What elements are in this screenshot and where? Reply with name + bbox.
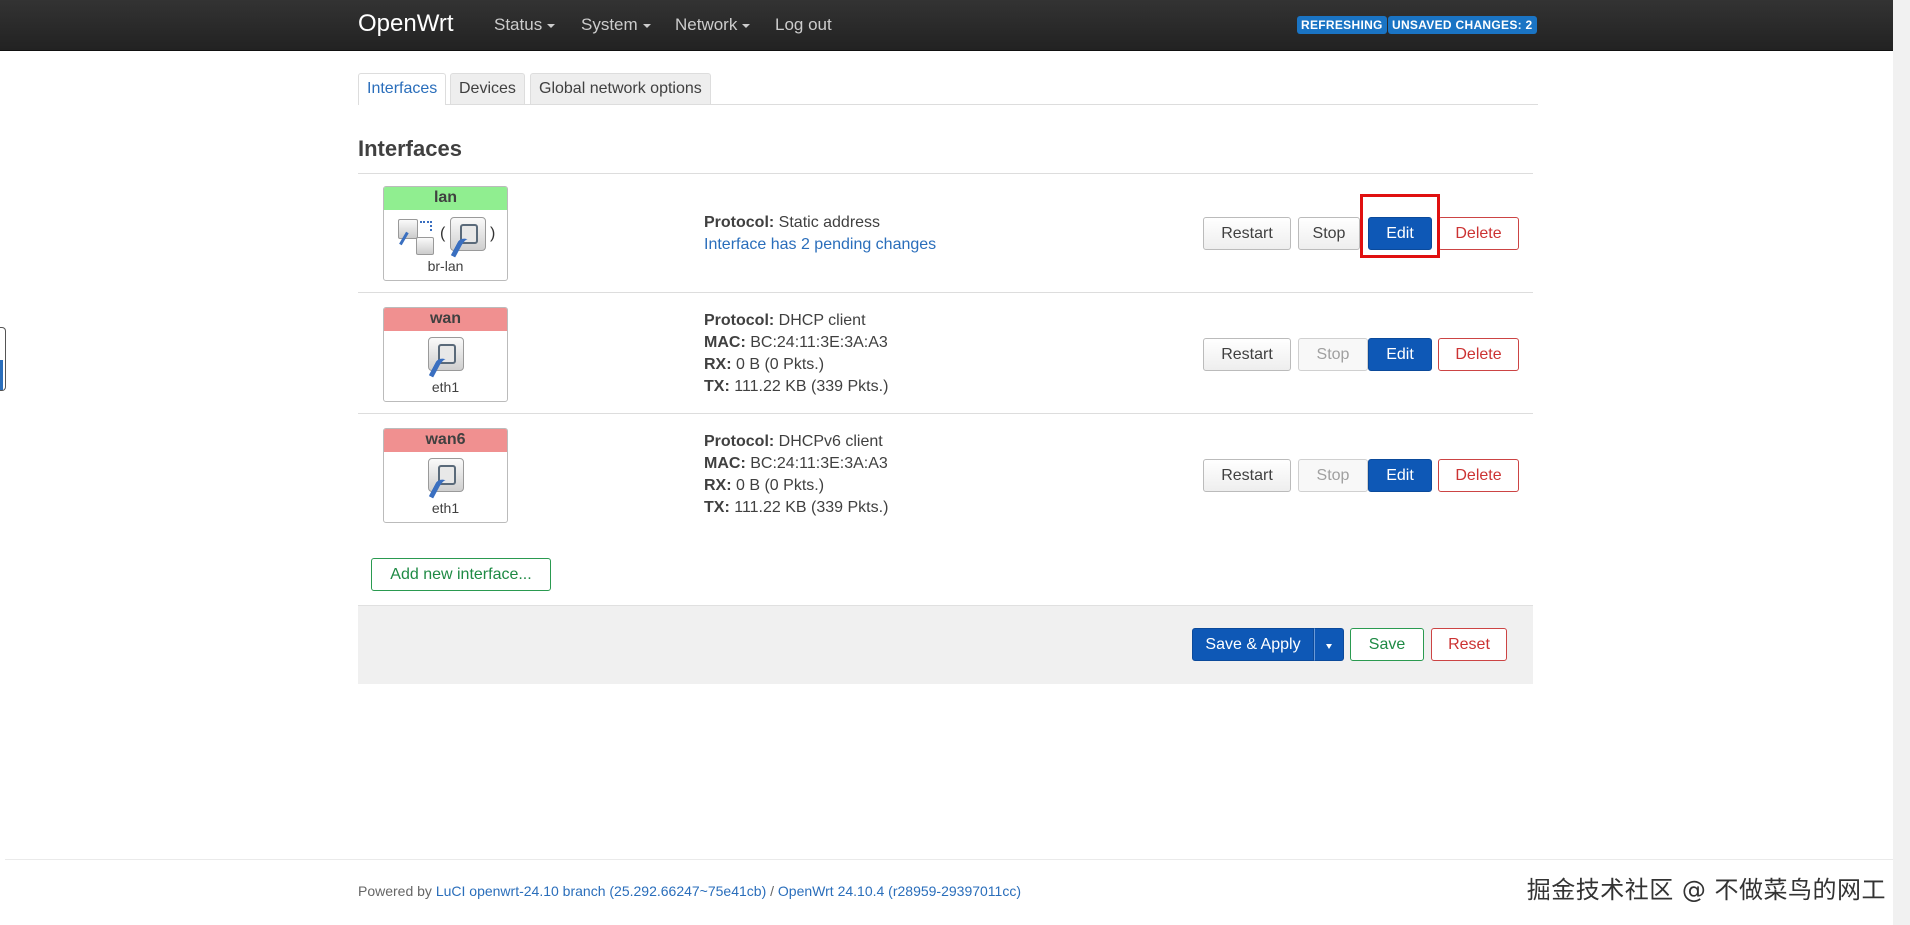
highlight-box (1360, 194, 1440, 258)
side-tab-handle[interactable] (0, 327, 6, 391)
stop-button[interactable]: Stop (1298, 217, 1360, 250)
edit-button[interactable]: Edit (1368, 338, 1432, 371)
protocol-label: Protocol: (704, 433, 775, 450)
caret-down-icon (742, 23, 751, 28)
tab-interfaces[interactable]: Interfaces (358, 73, 447, 105)
interface-details-wan: Protocol: DHCP client MAC: BC:24:11:3E:3… (704, 310, 888, 398)
tx-label: TX: (704, 378, 730, 395)
interface-device: br-lan (427, 258, 464, 274)
page-footer: Powered by LuCI openwrt-24.10 branch (25… (358, 883, 1021, 899)
ethernet-port-icon (428, 458, 464, 504)
restart-button[interactable]: Restart (1203, 217, 1291, 250)
interface-badge-lan: lan ( ) br-lan (383, 186, 508, 281)
interface-device: eth1 (431, 500, 460, 516)
delete-button[interactable]: Delete (1438, 217, 1519, 250)
edit-button[interactable]: Edit (1368, 459, 1432, 492)
menu-system-label: System (581, 15, 638, 34)
divider (358, 292, 1533, 293)
delete-button[interactable]: Delete (1438, 459, 1519, 492)
brand-logo[interactable]: OpenWrt (358, 10, 454, 38)
menu-status[interactable]: Status (494, 15, 556, 35)
luci-link[interactable]: LuCI openwrt-24.10 branch (25.292.66247~… (436, 883, 766, 899)
interface-device: eth1 (431, 379, 460, 395)
footer-separator: / (770, 883, 775, 899)
mac-label: MAC: (704, 334, 746, 351)
openwrt-link[interactable]: OpenWrt 24.10.4 (r28959-29397011cc) (778, 883, 1021, 899)
interface-name: wan6 (384, 429, 507, 452)
reset-button[interactable]: Reset (1431, 628, 1507, 661)
form-actions-bar: Save & Apply Save Reset (358, 605, 1533, 684)
mac-value: BC:24:11:3E:3A:A3 (750, 455, 888, 472)
bridge-icon: ( ) (398, 217, 498, 263)
menu-network-label: Network (675, 15, 738, 34)
page-title: Interfaces (358, 136, 462, 161)
protocol-label: Protocol: (704, 312, 775, 329)
footer-divider (5, 859, 1893, 860)
divider (358, 413, 1533, 414)
protocol-value: Static address (778, 214, 881, 231)
interface-badge-wan6: wan6 eth1 (383, 428, 508, 523)
menu-network[interactable]: Network (675, 15, 751, 35)
chevron-down-icon (1326, 644, 1332, 649)
save-apply-dropdown-toggle[interactable] (1314, 628, 1344, 661)
rx-value: 0 B (0 Pkts.) (736, 356, 825, 373)
scrollbar[interactable] (1893, 0, 1910, 925)
protocol-value: DHCP client (778, 312, 866, 329)
divider (358, 173, 1533, 174)
side-tab-indicator (0, 360, 3, 390)
delete-button[interactable]: Delete (1438, 338, 1519, 371)
mac-label: MAC: (704, 455, 746, 472)
logout-link[interactable]: Log out (775, 15, 832, 35)
refreshing-badge[interactable]: REFRESHING (1297, 16, 1387, 34)
unsaved-changes-badge[interactable]: UNSAVED CHANGES: 2 (1388, 16, 1537, 34)
pending-changes-link[interactable]: Interface has 2 pending changes (704, 234, 936, 256)
menu-status-label: Status (494, 15, 543, 34)
interface-details-lan: Protocol: Static address Interface has 2… (704, 212, 936, 256)
stop-button[interactable]: Stop (1298, 459, 1368, 492)
tab-global-network-options[interactable]: Global network options (530, 73, 711, 104)
caret-down-icon (642, 23, 651, 28)
interface-details-wan6: Protocol: DHCPv6 client MAC: BC:24:11:3E… (704, 431, 888, 519)
caret-down-icon (547, 23, 556, 28)
top-navbar: OpenWrt Status System Network Log out RE… (0, 0, 1893, 51)
tab-devices[interactable]: Devices (450, 73, 525, 104)
interface-badge-wan: wan eth1 (383, 307, 508, 402)
add-new-interface-button[interactable]: Add new interface... (371, 558, 551, 591)
tx-value: 111.22 KB (339 Pkts.) (734, 499, 889, 516)
rx-label: RX: (704, 477, 732, 494)
tab-bar: Interfaces Devices Global network option… (358, 73, 1538, 105)
tx-label: TX: (704, 499, 730, 516)
protocol-label: Protocol: (704, 214, 775, 231)
save-apply-button[interactable]: Save & Apply (1192, 628, 1314, 661)
interface-name: lan (384, 187, 507, 210)
stop-button[interactable]: Stop (1298, 338, 1368, 371)
powered-by-text: Powered by (358, 883, 432, 899)
save-button[interactable]: Save (1350, 628, 1424, 661)
mac-value: BC:24:11:3E:3A:A3 (750, 334, 888, 351)
restart-button[interactable]: Restart (1203, 459, 1291, 492)
restart-button[interactable]: Restart (1203, 338, 1291, 371)
menu-system[interactable]: System (581, 15, 651, 35)
rx-label: RX: (704, 356, 732, 373)
watermark: 掘金技术社区 @ 不做菜鸟的网工 (1526, 876, 1886, 904)
rx-value: 0 B (0 Pkts.) (736, 477, 825, 494)
ethernet-port-icon (428, 337, 464, 383)
interface-name: wan (384, 308, 507, 331)
tx-value: 111.22 KB (339 Pkts.) (734, 378, 889, 395)
protocol-value: DHCPv6 client (778, 433, 883, 450)
